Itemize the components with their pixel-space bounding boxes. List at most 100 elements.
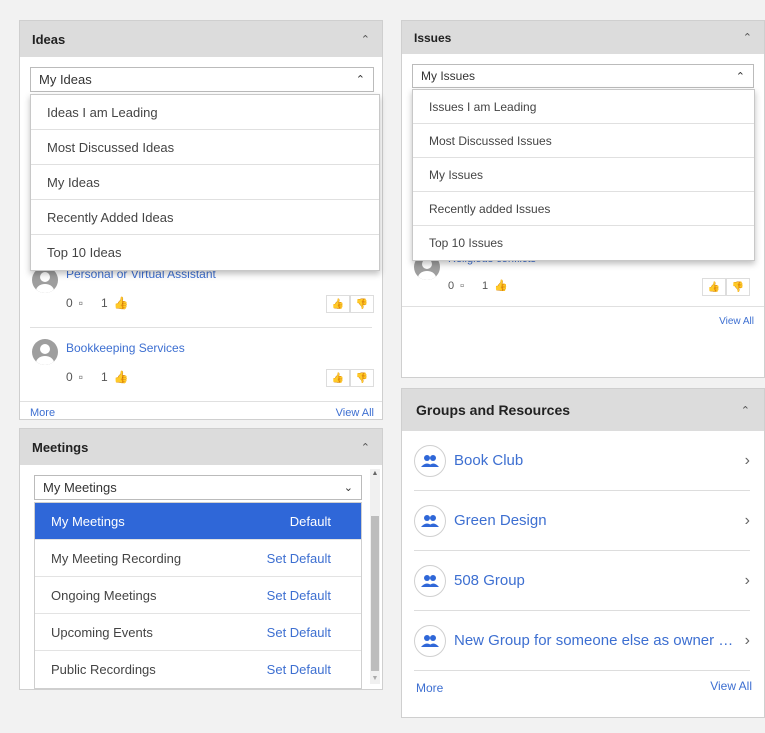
groups-view-all-link[interactable]: View All (710, 679, 752, 693)
chevron-up-icon[interactable]: ⌃ (361, 33, 370, 46)
ideas-filter-dropdown: Ideas I am Leading Most Discussed Ideas … (30, 94, 380, 271)
meetings-row-label: Public Recordings (51, 662, 156, 677)
ideas-more-link[interactable]: More (30, 407, 55, 419)
issues-option[interactable]: Recently added Issues (413, 192, 754, 226)
comment-count: 0 (448, 279, 455, 292)
thumbs-down-icon: 👎 (731, 281, 745, 293)
comment-count: 0 (66, 296, 73, 310)
ideas-option[interactable]: Ideas I am Leading (31, 95, 379, 130)
upvote-button[interactable]: 👍 (326, 369, 350, 387)
ideas-view-all-link[interactable]: View All (336, 407, 374, 419)
group-icon (414, 504, 446, 537)
thumbs-down-icon: 👎 (355, 298, 369, 310)
meetings-filter-select[interactable]: My Meetings ⌄ (34, 475, 362, 500)
idea-title-link[interactable]: Bookkeeping Services (66, 341, 185, 355)
issues-filter-dropdown: Issues I am Leading Most Discussed Issue… (412, 89, 755, 261)
meetings-row[interactable]: Public Recordings Set Default (35, 651, 361, 688)
chevron-right-icon[interactable]: › (745, 512, 750, 530)
chevron-up-icon[interactable]: ⌃ (741, 404, 750, 417)
set-default-link[interactable]: Set Default (267, 588, 331, 603)
like-count: 1 (482, 279, 489, 292)
issues-header[interactable]: Issues ⌃ (402, 21, 764, 54)
scroll-up-arrow-icon[interactable]: ▲ (370, 469, 380, 479)
comment-icon: ▫ (78, 296, 83, 310)
ideas-title: Ideas (32, 31, 66, 47)
downvote-button[interactable]: 👎 (350, 295, 374, 313)
issues-option[interactable]: Most Discussed Issues (413, 124, 754, 158)
groups-title: Groups and Resources (416, 402, 571, 418)
group-name-link[interactable]: Green Design (454, 512, 737, 529)
meetings-title: Meetings (32, 439, 89, 455)
issues-option[interactable]: My Issues (413, 158, 754, 192)
set-default-link[interactable]: Set Default (267, 662, 331, 677)
downvote-button[interactable]: 👎 (350, 369, 374, 387)
group-item[interactable]: Book Club › (414, 431, 750, 491)
issues-title: Issues (414, 30, 452, 45)
set-default-link[interactable]: Set Default (267, 551, 331, 566)
group-item[interactable]: Green Design › (414, 491, 750, 551)
thumbs-up-icon: 👍 (113, 296, 129, 310)
like-count: 1 (100, 370, 108, 384)
issues-filter-value: My Issues (421, 69, 476, 83)
issues-option[interactable]: Issues I am Leading (413, 90, 754, 124)
chevron-up-icon[interactable]: ⌃ (743, 31, 752, 44)
meetings-filter-value: My Meetings (43, 480, 117, 495)
downvote-button[interactable]: 👎 (726, 278, 750, 296)
meetings-panel: Meetings ⌃ My Meetings ⌄ My Meetings Def… (19, 428, 383, 690)
group-name-link[interactable]: Book Club (454, 452, 737, 469)
divider (402, 306, 764, 307)
ideas-option[interactable]: Most Discussed Ideas (31, 130, 379, 165)
chevron-up-icon[interactable]: ⌃ (361, 441, 370, 454)
default-badge: Default (289, 513, 331, 529)
chevron-up-icon: ⌃ (355, 74, 365, 86)
comment-icon: ▫ (460, 279, 465, 292)
issues-filter-select[interactable]: My Issues ⌃ (412, 64, 754, 88)
idea-stats: 0 ▫ 1 👍 (66, 370, 129, 384)
thumbs-up-icon: 👍 (707, 281, 721, 293)
meetings-header[interactable]: Meetings ⌃ (20, 429, 382, 465)
groups-panel: Groups and Resources ⌃ Book Club › Green… (401, 388, 765, 718)
meetings-row-label: Upcoming Events (51, 624, 153, 640)
ideas-option[interactable]: Top 10 Ideas (31, 235, 379, 270)
issues-view-all-link[interactable]: View All (719, 316, 754, 327)
meetings-scrollbar[interactable]: ▲ ▼ (370, 469, 380, 684)
chevron-right-icon[interactable]: › (745, 452, 750, 470)
thumbs-up-icon: 👍 (331, 298, 345, 310)
meetings-row[interactable]: My Meetings Default (35, 503, 361, 540)
thumbs-up-icon: 👍 (113, 370, 129, 384)
ideas-header[interactable]: Ideas ⌃ (20, 21, 382, 57)
thumbs-down-icon: 👎 (355, 372, 369, 384)
scrollbar-thumb[interactable] (371, 516, 379, 671)
vote-buttons: 👍 👎 (702, 278, 750, 296)
meetings-row[interactable]: My Meeting Recording Set Default (35, 540, 361, 577)
vote-buttons: 👍 👎 (326, 295, 374, 313)
thumbs-up-icon: 👍 (494, 280, 508, 292)
group-item[interactable]: 508 Group › (414, 551, 750, 611)
meetings-row-label: My Meetings (51, 513, 125, 529)
meetings-row-label: My Meeting Recording (51, 550, 182, 566)
groups-more-link[interactable]: More (416, 681, 443, 695)
issues-option[interactable]: Top 10 Issues (413, 226, 754, 260)
ideas-option[interactable]: My Ideas (31, 165, 379, 200)
groups-header[interactable]: Groups and Resources ⌃ (402, 389, 764, 431)
ideas-option[interactable]: Recently Added Ideas (31, 200, 379, 235)
scroll-down-arrow-icon[interactable]: ▼ (370, 674, 380, 684)
chevron-right-icon[interactable]: › (745, 632, 750, 650)
upvote-button[interactable]: 👍 (326, 295, 350, 313)
group-item[interactable]: New Group for someone else as owner - no… (414, 611, 750, 671)
ideas-filter-select[interactable]: My Ideas ⌃ (30, 67, 374, 92)
group-icon (414, 564, 446, 597)
chevron-right-icon[interactable]: › (745, 572, 750, 590)
group-icon (414, 624, 446, 657)
meetings-row[interactable]: Ongoing Meetings Set Default (35, 577, 361, 614)
group-name-link[interactable]: 508 Group (454, 572, 737, 589)
meetings-row[interactable]: Upcoming Events Set Default (35, 614, 361, 651)
meetings-list: My Meetings Default My Meeting Recording… (34, 502, 362, 689)
upvote-button[interactable]: 👍 (702, 278, 726, 296)
idea-stats: 0 ▫ 1 👍 (66, 296, 129, 310)
like-count: 1 (100, 296, 108, 310)
set-default-link[interactable]: Set Default (267, 625, 331, 640)
group-name-link[interactable]: New Group for someone else as owner - no… (454, 632, 737, 649)
comment-icon: ▫ (78, 370, 83, 384)
ideas-filter-value: My Ideas (39, 72, 92, 87)
